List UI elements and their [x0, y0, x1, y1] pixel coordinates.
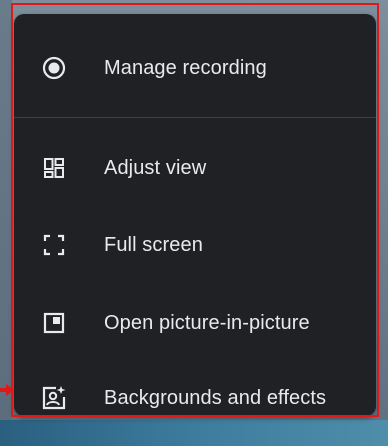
- menu-item-manage-recording[interactable]: Manage recording: [14, 40, 376, 96]
- menu-item-label: Open picture-in-picture: [104, 311, 310, 334]
- menu-item-label: Full screen: [104, 233, 203, 256]
- picture-in-picture-icon: [40, 309, 68, 337]
- fullscreen-icon: [40, 231, 68, 259]
- record-icon: [40, 54, 68, 82]
- backgrounds-effects-icon: [40, 384, 68, 412]
- grid-layout-icon: [40, 154, 68, 182]
- menu-item-label: Manage recording: [104, 56, 267, 79]
- background-left: [0, 0, 12, 446]
- menu-item-full-screen[interactable]: Full screen: [14, 217, 376, 273]
- more-options-menu: Manage recording Adjust view Full screen: [14, 14, 376, 416]
- annotation-arrow-icon: [6, 384, 14, 396]
- menu-divider: [14, 117, 376, 118]
- menu-item-label: Adjust view: [104, 156, 207, 179]
- background-bottom: [0, 420, 388, 446]
- menu-item-backgrounds-effects[interactable]: Backgrounds and effects: [14, 370, 376, 416]
- menu-item-adjust-view[interactable]: Adjust view: [14, 140, 376, 196]
- menu-item-picture-in-picture[interactable]: Open picture-in-picture: [14, 295, 376, 351]
- menu-item-label: Backgrounds and effects: [104, 386, 327, 409]
